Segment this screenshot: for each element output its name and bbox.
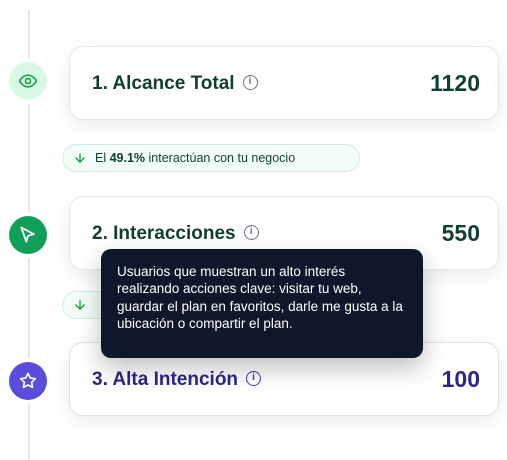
card-title: 2. Interacciones (92, 222, 236, 244)
card-title: 1. Alcance Total (92, 72, 235, 94)
arrow-down-icon (73, 298, 87, 312)
info-icon[interactable]: i (243, 224, 259, 240)
arrow-down-icon (73, 151, 87, 165)
card-left: 1. Alcance Total i (92, 74, 258, 93)
info-icon[interactable]: i (242, 74, 258, 90)
card-title: 3. Alta Intención (92, 368, 239, 390)
info-icon[interactable]: i (246, 370, 262, 386)
pill-suffix: interactúan con tu negocio (145, 151, 296, 165)
alcance-interaction-pill: El 49.1% interactúan con tu negocio (62, 144, 360, 172)
cursor-arrow-icon (18, 225, 38, 245)
card-value: 1120 (430, 69, 480, 96)
tooltip-text: Usuarios que muestran un alto interés re… (117, 264, 403, 331)
alcance-node (9, 62, 47, 100)
pill-prefix: El (95, 151, 110, 165)
card-left: 3. Alta Intención i (92, 368, 262, 390)
conversion-funnel: 1. Alcance Total i 1120 El 49.1% interac… (0, 0, 507, 460)
pill-percent: 49.1% (109, 151, 146, 165)
star-icon (18, 371, 38, 391)
interacciones-node (9, 216, 47, 254)
alcance-total-card: 1. Alcance Total i 1120 (69, 46, 499, 120)
tooltip: Usuarios que muestran un alto interés re… (101, 249, 423, 358)
pill-text: El 49.1% interactúan con tu negocio (95, 151, 295, 165)
card-value: 100 (441, 365, 480, 392)
eye-icon (18, 71, 38, 91)
card-left: 2. Interacciones i (92, 224, 259, 243)
card-value: 550 (441, 219, 480, 246)
alta-intencion-node (9, 362, 47, 400)
